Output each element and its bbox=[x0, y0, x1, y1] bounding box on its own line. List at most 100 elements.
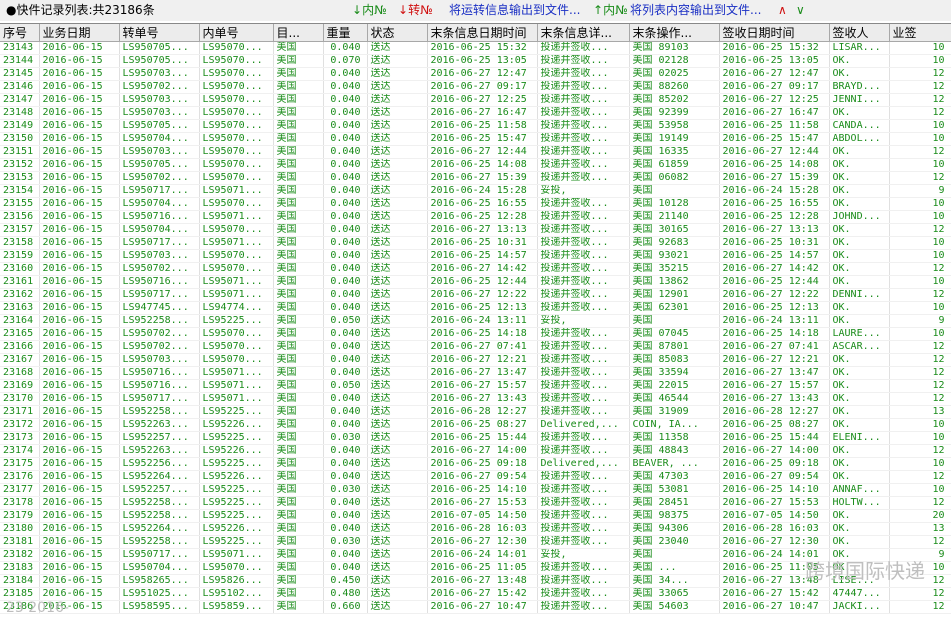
table-row[interactable]: 23177 2016-06-15 LS952257... LS95225... 美国 0.… bbox=[0, 483, 951, 497]
cell-transfer-no: LS950705... bbox=[119, 158, 200, 172]
table-row[interactable]: 23158 2016-06-15 LS950717... LS95071... 美国 0.… bbox=[0, 236, 951, 250]
table-row[interactable]: 23168 2016-06-15 LS950716... LS95071... 美国 0.… bbox=[0, 366, 951, 380]
cell-signer: OK. bbox=[829, 509, 890, 523]
cell-inner-no: LS95070... bbox=[199, 340, 274, 354]
table-row[interactable]: 23153 2016-06-15 LS950702... LS95070... 美国 0.… bbox=[0, 171, 951, 185]
cell-status: 送达 bbox=[367, 587, 428, 601]
table-row[interactable]: 23149 2016-06-15 LS950705... LS95070... 美国 0.… bbox=[0, 119, 951, 133]
cell-seq: 23157 bbox=[0, 223, 40, 237]
table-row[interactable]: 23163 2016-06-15 LS947745... LS94774... 美国 0.… bbox=[0, 301, 951, 315]
cell-transfer-no: LS950702... bbox=[119, 262, 200, 276]
cell-last-info-detail: 投递并签收... bbox=[537, 54, 630, 68]
export-transit-info-button[interactable]: 将运转信息输出到文件... bbox=[449, 0, 580, 21]
table-row[interactable]: 23155 2016-06-15 LS950704... LS95070... 美国 0.… bbox=[0, 197, 951, 211]
cell-status: 送达 bbox=[367, 561, 428, 575]
table-row[interactable]: 23181 2016-06-15 LS952258... LS95225... 美国 0.… bbox=[0, 535, 951, 549]
cell-weight: 0.040 bbox=[323, 262, 368, 276]
table-row[interactable]: 23165 2016-06-15 LS950702... LS95070... 美国 0.… bbox=[0, 327, 951, 341]
table-row[interactable]: 23185 2016-06-15 LS951025... LS95102... 美国 0.… bbox=[0, 587, 951, 601]
column-header[interactable]: 末条信息日期时间 bbox=[427, 24, 538, 42]
cell-status: 送达 bbox=[367, 483, 428, 497]
column-header[interactable]: 签收人 bbox=[829, 24, 890, 42]
table-row[interactable]: 23157 2016-06-15 LS950704... LS95070... 美国 0.… bbox=[0, 223, 951, 237]
table-row[interactable]: 23175 2016-06-15 LS952256... LS95225... 美国 0.… bbox=[0, 457, 951, 471]
table-row[interactable]: 23186 2016-06-15 LS958595... LS95859... 美国 0.… bbox=[0, 600, 951, 614]
table-row[interactable]: 23167 2016-06-15 LS950703... LS95070... 美国 0.… bbox=[0, 353, 951, 367]
table-row[interactable]: 23152 2016-06-15 LS950705... LS95070... 美国 0.… bbox=[0, 158, 951, 172]
cell-sign-days: 12 bbox=[889, 587, 951, 601]
column-header[interactable]: 目... bbox=[273, 24, 324, 42]
cell-transfer-no: LS950704... bbox=[119, 223, 200, 237]
cell-last-info-time: 2016-06-24 15:28 bbox=[427, 184, 538, 198]
cell-transfer-no: LS950703... bbox=[119, 67, 200, 81]
scroll-down-button[interactable]: ∨ bbox=[796, 0, 805, 21]
table-row[interactable]: 23161 2016-06-15 LS950716... LS95071... 美国 0.… bbox=[0, 275, 951, 289]
table-row[interactable]: 23146 2016-06-15 LS950702... LS95070... 美国 0.… bbox=[0, 80, 951, 94]
table-row[interactable]: 23180 2016-06-15 LS952264... LS95226... 美国 0.… bbox=[0, 522, 951, 536]
table-row[interactable]: 23154 2016-06-15 LS950717... LS95071... 美国 0.… bbox=[0, 184, 951, 198]
column-header[interactable]: 业务日期 bbox=[39, 24, 120, 42]
table-row[interactable]: 23150 2016-06-15 LS950704... LS95070... 美国 0.… bbox=[0, 132, 951, 146]
table-row[interactable]: 23164 2016-06-15 LS952258... LS95225... 美国 0.… bbox=[0, 314, 951, 328]
cell-last-info-detail: 投递并签收... bbox=[537, 405, 630, 419]
column-header[interactable]: 签收日期时间 bbox=[719, 24, 830, 42]
cell-weight: 0.030 bbox=[323, 535, 368, 549]
cell-biz-date: 2016-06-15 bbox=[39, 496, 120, 510]
table-row[interactable]: 23169 2016-06-15 LS950716... LS95071... 美国 0.… bbox=[0, 379, 951, 393]
cell-transfer-no: LS950705... bbox=[119, 54, 200, 68]
column-header[interactable]: 重量 bbox=[323, 24, 368, 42]
table-row[interactable]: 23160 2016-06-15 LS950702... LS95070... 美国 0.… bbox=[0, 262, 951, 276]
table-row[interactable]: 23176 2016-06-15 LS952264... LS95226... 美国 0.… bbox=[0, 470, 951, 484]
column-header[interactable]: 内单号 bbox=[199, 24, 274, 42]
cell-destination: 美国 bbox=[273, 483, 324, 497]
table-row[interactable]: 23170 2016-06-15 LS950717... LS95071... 美国 0.… bbox=[0, 392, 951, 406]
sort-inner-no-button[interactable]: ↓内№ bbox=[352, 0, 387, 21]
cell-weight: 0.040 bbox=[323, 496, 368, 510]
column-header[interactable]: 业签 bbox=[889, 24, 951, 42]
column-header[interactable]: 末条信息详... bbox=[537, 24, 630, 42]
cell-signer: OK. bbox=[829, 275, 890, 289]
column-header[interactable]: 序号 bbox=[0, 24, 40, 42]
table-row[interactable]: 23143 2016-06-15 LS950705... LS95070... 美国 0.… bbox=[0, 41, 951, 55]
column-header[interactable]: 转单号 bbox=[119, 24, 200, 42]
table-row[interactable]: 23171 2016-06-15 LS952258... LS95225... 美国 0.… bbox=[0, 405, 951, 419]
cell-destination: 美国 bbox=[273, 535, 324, 549]
cell-status: 送达 bbox=[367, 600, 428, 614]
table-row[interactable]: 23159 2016-06-15 LS950703... LS95070... 美国 0.… bbox=[0, 249, 951, 263]
column-header[interactable]: 末条操作... bbox=[629, 24, 720, 42]
table-row[interactable]: 23173 2016-06-15 LS952257... LS95225... 美国 0.… bbox=[0, 431, 951, 445]
cell-inner-no: LS95070... bbox=[199, 249, 274, 263]
table-row[interactable]: 23174 2016-06-15 LS952263... LS95226... 美国 0.… bbox=[0, 444, 951, 458]
table-row[interactable]: 23166 2016-06-15 LS950702... LS95070... 美国 0.… bbox=[0, 340, 951, 354]
cell-last-info-time: 2016-06-27 09:54 bbox=[427, 470, 538, 484]
cell-biz-date: 2016-06-15 bbox=[39, 379, 120, 393]
table-row[interactable]: 23156 2016-06-15 LS950716... LS95071... 美国 0.… bbox=[0, 210, 951, 224]
sort-transfer-no-button[interactable]: ↓转№ bbox=[398, 0, 433, 21]
table-row[interactable]: 23179 2016-06-15 LS952258... LS95225... 美国 0.… bbox=[0, 509, 951, 523]
sort-inner-no-asc-button[interactable]: ↑内№ bbox=[593, 0, 628, 21]
cell-signer: JACKI... bbox=[829, 600, 890, 614]
export-list-button[interactable]: 将列表内容输出到文件... bbox=[630, 0, 761, 21]
column-header[interactable]: 状态 bbox=[367, 24, 428, 42]
cell-last-info-time: 2016-06-25 15:32 bbox=[427, 41, 538, 55]
scroll-up-button[interactable]: ∧ bbox=[778, 0, 787, 21]
table-row[interactable]: 23178 2016-06-15 LS952258... LS95225... 美国 0.… bbox=[0, 496, 951, 510]
table-row[interactable]: 23147 2016-06-15 LS950703... LS95070... 美国 0.… bbox=[0, 93, 951, 107]
cell-last-operation: 美国 54603 bbox=[629, 600, 720, 614]
cell-last-info-time: 2016-06-25 14:57 bbox=[427, 249, 538, 263]
cell-destination: 美国 bbox=[273, 548, 324, 562]
cell-signer: LISAR... bbox=[829, 41, 890, 55]
table-row[interactable]: 23162 2016-06-15 LS950717... LS95071... 美国 0.… bbox=[0, 288, 951, 302]
cell-destination: 美国 bbox=[273, 457, 324, 471]
cell-seq: 23156 bbox=[0, 210, 40, 224]
cell-destination: 美国 bbox=[273, 496, 324, 510]
table-row[interactable]: 23151 2016-06-15 LS950703... LS95070... 美国 0.… bbox=[0, 145, 951, 159]
table-row[interactable]: 23145 2016-06-15 LS950703... LS95070... 美国 0.… bbox=[0, 67, 951, 81]
table-row[interactable]: 23144 2016-06-15 LS950705... LS95070... 美国 0.… bbox=[0, 54, 951, 68]
cell-signer: OK. bbox=[829, 366, 890, 380]
cell-signer: OK. bbox=[829, 457, 890, 471]
table-row[interactable]: 23172 2016-06-15 LS952263... LS95226... 美国 0.… bbox=[0, 418, 951, 432]
table-row[interactable]: 23148 2016-06-15 LS950703... LS95070... 美国 0.… bbox=[0, 106, 951, 120]
toolbar: ●快件记录列表:共23186条 ↓内№ ↓转№ 将运转信息输出到文件... ↑内… bbox=[0, 0, 951, 21]
cell-destination: 美国 bbox=[273, 379, 324, 393]
